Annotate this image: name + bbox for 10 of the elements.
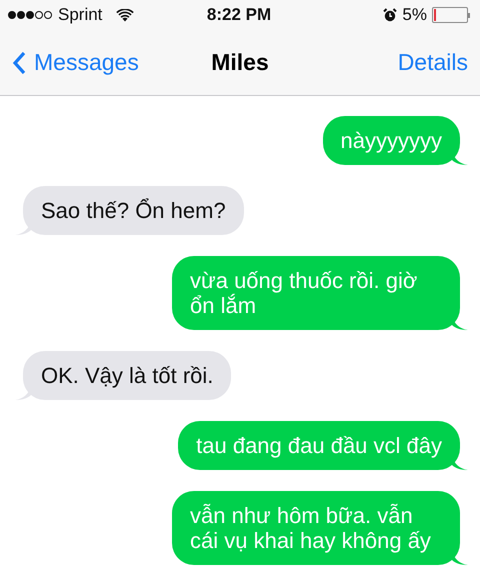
details-button[interactable]: Details xyxy=(398,49,468,76)
contact-name: Miles xyxy=(211,49,269,76)
battery-icon xyxy=(432,7,468,23)
battery-percentage: 5% xyxy=(402,5,427,25)
chevron-left-icon xyxy=(12,50,26,74)
signal-icon xyxy=(8,11,52,19)
clock-time: 8:22 PM xyxy=(206,5,272,25)
back-button[interactable]: Messages xyxy=(12,49,139,76)
carrier-name: Sprint xyxy=(58,5,102,25)
wifi-icon xyxy=(116,8,134,22)
